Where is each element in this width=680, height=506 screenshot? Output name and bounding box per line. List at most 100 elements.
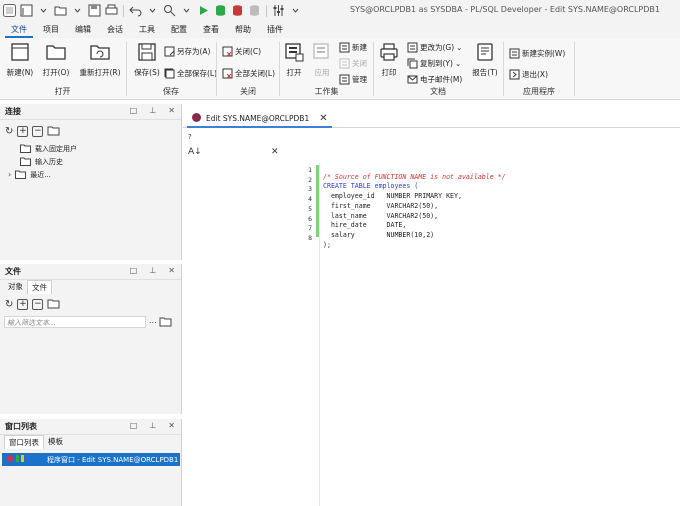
tab-window-list[interactable]: 窗口列表	[4, 435, 44, 449]
new-dropdown-icon[interactable]	[36, 3, 51, 18]
reopen-button[interactable]: 重新打开(R)	[79, 41, 121, 81]
workspace-apply-button[interactable]: 应用	[308, 41, 336, 81]
workspace-close-button[interactable]: 关闭	[338, 56, 367, 70]
connections-panel-header: 连接 □ ⊥ ✕	[0, 104, 181, 120]
browse-folder-icon[interactable]	[159, 316, 172, 329]
remove-icon[interactable]: −	[32, 125, 44, 137]
workspace-open-button[interactable]: 打开	[280, 41, 308, 81]
exit-button[interactable]: 退出(X)	[508, 67, 548, 81]
close-all-button[interactable]: 全部关闭(L)	[221, 66, 275, 80]
undo-dropdown-icon[interactable]	[145, 3, 160, 18]
commit-icon[interactable]	[213, 3, 228, 18]
save-group-label: 保存	[163, 87, 179, 96]
undo-icon[interactable]	[128, 3, 143, 18]
folder-icon[interactable]	[47, 125, 60, 138]
print-icon[interactable]	[104, 3, 119, 18]
sort-az-icon[interactable]: A↓	[188, 147, 202, 157]
panel-menu-icon[interactable]: □	[130, 421, 138, 430]
report-icon	[474, 41, 496, 63]
expand-chevron-icon[interactable]: ›	[8, 170, 11, 179]
customize-dropdown-icon[interactable]	[288, 3, 303, 18]
close-icon[interactable]: ✕	[168, 106, 175, 115]
tab-objects[interactable]: 对象	[4, 280, 27, 294]
pin-icon[interactable]: ⊥	[149, 421, 156, 430]
save-all-button[interactable]: 全部保存(L)	[163, 66, 217, 80]
menu-file[interactable]: 文件	[5, 22, 33, 38]
filter-input[interactable]: 输入筛选文本...	[4, 316, 146, 328]
open-button[interactable]: 打开(O)	[38, 41, 74, 81]
add-icon[interactable]: +	[17, 298, 29, 310]
menu-tools[interactable]: 工具	[133, 22, 161, 38]
workspace-manage-label: 管理	[352, 74, 367, 84]
menu-view[interactable]: 查看	[197, 22, 225, 38]
browse-button[interactable]: ...	[149, 316, 157, 325]
editor-tab-bar: Edit SYS.NAME@ORCLPDB1 ✕	[183, 108, 680, 128]
folder-icon	[20, 157, 31, 166]
editor-left-pane	[183, 143, 293, 506]
settings-sliders-icon[interactable]	[271, 3, 286, 18]
tab-files[interactable]: 文件	[27, 280, 52, 294]
menu-project[interactable]: 项目	[37, 22, 65, 38]
pane-close-icon[interactable]: ✕	[271, 147, 279, 157]
close-icon[interactable]: ✕	[168, 421, 175, 430]
close-label: 关闭(C)	[235, 46, 262, 56]
save-as-button[interactable]: 另存为(A)	[163, 44, 210, 58]
print-button[interactable]: 打印	[374, 41, 404, 81]
window-list-item[interactable]: 程序窗口 - Edit SYS.NAME@ORCLPDB1	[2, 453, 180, 466]
menu-help[interactable]: 帮助	[229, 22, 257, 38]
new-instance-label: 新建实例(W)	[522, 48, 566, 58]
pin-icon[interactable]: ⊥	[149, 106, 156, 115]
close-icon[interactable]: ✕	[168, 266, 175, 275]
tree-item-label: 输入历史	[35, 157, 63, 166]
editor-tab[interactable]: Edit SYS.NAME@ORCLPDB1 ✕	[187, 111, 332, 128]
code-line: );	[323, 240, 331, 249]
panel-menu-icon[interactable]: □	[130, 266, 138, 275]
save-button[interactable]: 保存(S)	[129, 41, 165, 81]
find-dropdown-icon[interactable]	[179, 3, 194, 18]
folder-icon	[20, 144, 31, 153]
disabled-db-icon	[247, 3, 262, 18]
tab-close-icon[interactable]: ✕	[319, 113, 327, 124]
workspace-new-button[interactable]: 新建	[338, 40, 367, 54]
pin-icon[interactable]: ⊥	[149, 266, 156, 275]
change-to-button[interactable]: 更改为(G) ⌄	[406, 40, 462, 54]
rollback-icon[interactable]	[230, 3, 245, 18]
remove-icon[interactable]: −	[32, 298, 44, 310]
refresh-icon[interactable]: ↻	[5, 299, 13, 310]
new-window-icon[interactable]	[19, 3, 34, 18]
tree-item-recent[interactable]: › 最近...	[0, 168, 181, 181]
new-button[interactable]: 新建(N)	[2, 41, 38, 81]
email-button[interactable]: 电子邮件(M)	[406, 72, 462, 86]
panel-menu-icon[interactable]: □	[130, 106, 138, 115]
close-button[interactable]: 关闭(C)	[221, 44, 261, 58]
find-icon[interactable]	[162, 3, 177, 18]
add-icon[interactable]: +	[17, 125, 29, 137]
window-list-item-label: 程序窗口 - Edit SYS.NAME@ORCLPDB1	[47, 455, 179, 464]
workspace-new-label: 新建	[352, 42, 367, 52]
execute-icon[interactable]	[196, 3, 211, 18]
tree-item-fixed-users[interactable]: 载入固定用户	[0, 142, 181, 155]
copy-to-button[interactable]: 复制到(Y) ⌄	[406, 56, 461, 70]
save-button-label: 保存(S)	[134, 68, 160, 77]
save-icon[interactable]	[87, 3, 102, 18]
open-dropdown-icon[interactable]	[70, 3, 85, 18]
workspace-manage-button[interactable]: 管理	[338, 72, 367, 86]
new-instance-button[interactable]: 新建实例(W)	[508, 46, 565, 60]
menu-configure[interactable]: 配置	[165, 22, 193, 38]
open-folder-icon[interactable]	[53, 3, 68, 18]
copy-to-icon	[406, 57, 418, 69]
refresh-icon[interactable]: ↻	[5, 126, 13, 137]
menu-bar: 文件 项目 编辑 会话 工具 配置 查看 帮助 插件	[0, 22, 680, 38]
menu-session[interactable]: 会话	[101, 22, 129, 38]
open-group-label: 打开	[54, 87, 71, 96]
tree-item-input-history[interactable]: 输入历史	[0, 155, 181, 168]
menu-edit[interactable]: 编辑	[69, 22, 97, 38]
reopen-button-label: 重新打开(R)	[79, 68, 121, 77]
menu-plugins[interactable]: 插件	[261, 22, 289, 38]
report-button[interactable]: 报告(T)	[470, 41, 500, 81]
code-editor[interactable]: /* Source of FUNCTION NAME is not availa…	[323, 163, 506, 270]
new-button-label: 新建(N)	[6, 68, 34, 77]
tab-templates[interactable]: 模板	[44, 435, 67, 449]
code-line: hire_date DATE,	[323, 221, 407, 230]
folder-icon[interactable]	[47, 298, 60, 311]
